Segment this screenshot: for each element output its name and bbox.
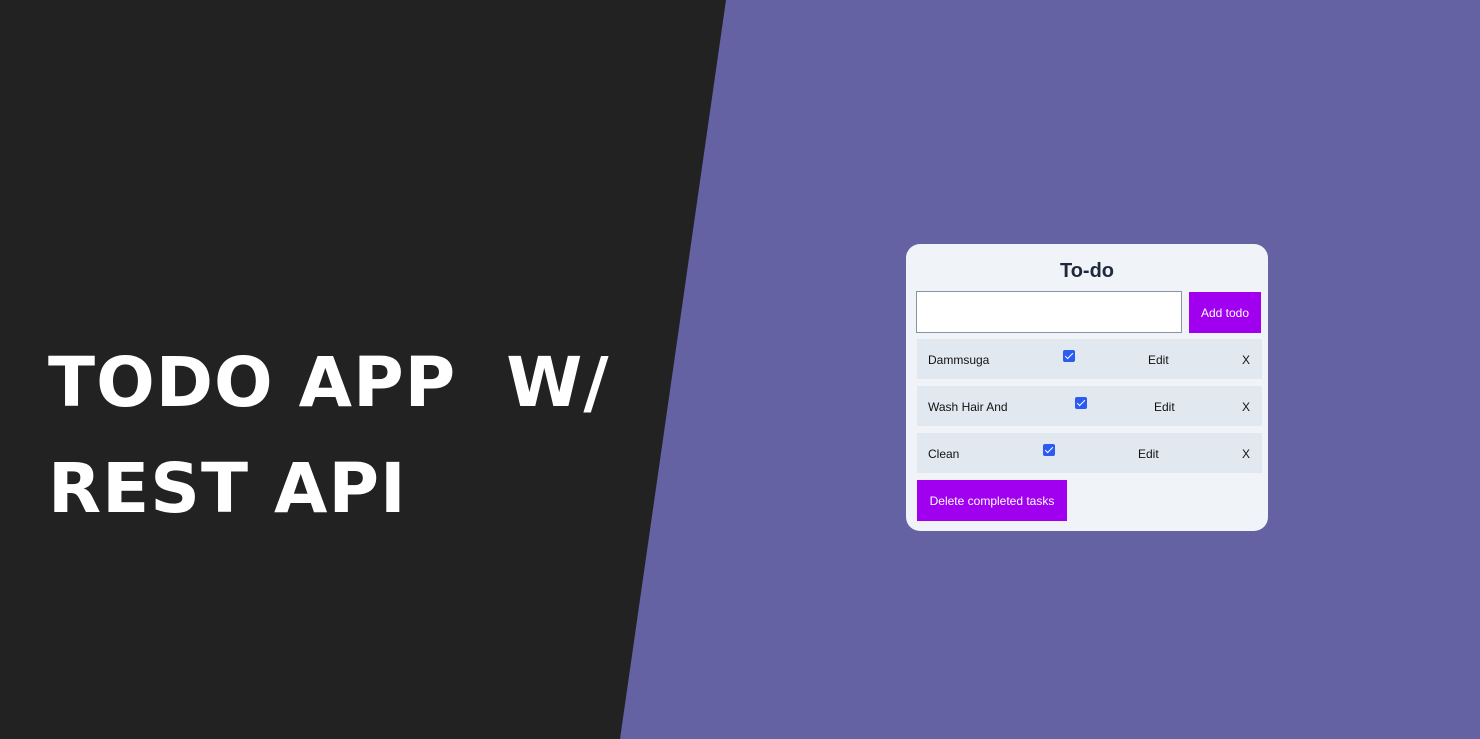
todo-item: Wash Hair And Edit X [917, 386, 1262, 426]
todo-item-text: Dammsuga [928, 353, 990, 367]
headline: TODO APP W/REST API [48, 330, 610, 542]
headline-line-2: REST API [48, 449, 407, 529]
add-todo-button[interactable]: Add todo [1189, 292, 1261, 333]
edit-button[interactable]: Edit [1154, 400, 1175, 414]
delete-todo-button[interactable]: X [1242, 353, 1250, 367]
todo-completed-checkbox[interactable] [1075, 397, 1087, 409]
new-todo-input[interactable] [916, 291, 1182, 333]
edit-button[interactable]: Edit [1138, 447, 1159, 461]
todo-item: Clean Edit X [917, 433, 1262, 473]
todo-item-text: Wash Hair And [928, 400, 1008, 414]
delete-todo-button[interactable]: X [1242, 400, 1250, 414]
todo-list: Dammsuga Edit X Wash Hair And Edit X Cle… [917, 339, 1262, 480]
delete-completed-button[interactable]: Delete completed tasks [917, 480, 1067, 521]
todo-item-text: Clean [928, 447, 960, 461]
todo-completed-checkbox[interactable] [1043, 444, 1055, 456]
todo-completed-checkbox[interactable] [1063, 350, 1075, 362]
todo-item: Dammsuga Edit X [917, 339, 1262, 379]
delete-todo-button[interactable]: X [1242, 447, 1250, 461]
todo-title: To-do [1059, 260, 1115, 282]
edit-button[interactable]: Edit [1148, 353, 1169, 367]
headline-line-1: TODO APP W/ [48, 343, 610, 423]
todo-card: To-do Add todo Dammsuga Edit X Wash Hair… [906, 244, 1268, 531]
